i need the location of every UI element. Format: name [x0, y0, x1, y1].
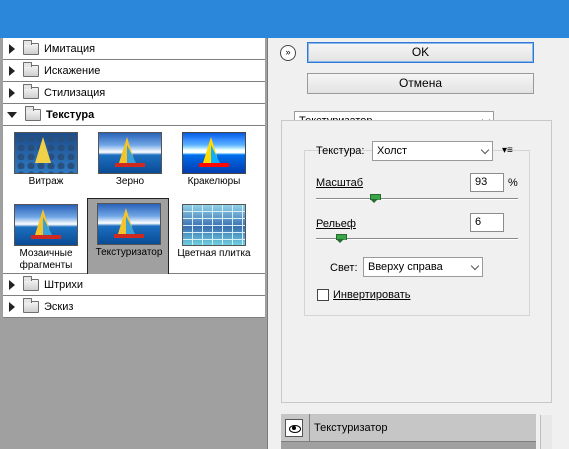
- category-imitation[interactable]: Имитация: [3, 38, 265, 60]
- category-distort[interactable]: Искажение: [3, 60, 265, 82]
- scale-input[interactable]: 93: [470, 173, 504, 192]
- texture-select[interactable]: Холст: [372, 141, 493, 161]
- filter-thumb-patchwork[interactable]: Цветная плитка: [173, 200, 255, 282]
- folder-icon: [23, 61, 39, 77]
- category-strokes[interactable]: Штрихи: [3, 274, 265, 296]
- invert-label: Инвертировать: [333, 289, 411, 301]
- light-select[interactable]: Вверху справа: [363, 257, 483, 277]
- expand-arrow-icon[interactable]: [9, 43, 15, 54]
- relief-slider-thumb[interactable]: [336, 234, 348, 244]
- patchwork-thumbnail: [182, 204, 246, 246]
- expand-arrow-icon[interactable]: [9, 301, 15, 312]
- invert-checkbox[interactable]: [317, 289, 329, 301]
- scrollbar[interactable]: [552, 120, 569, 449]
- light-label: Свет:: [330, 262, 358, 274]
- texture-thumbnails: Витраж Зерно Кракелюры Мозаичные фрагмен…: [3, 126, 265, 280]
- texture-menu-icon[interactable]: ▾≡: [502, 146, 516, 156]
- ok-button[interactable]: OK: [307, 42, 534, 63]
- scale-slider-thumb[interactable]: [369, 194, 381, 204]
- filter-thumb-craquelure[interactable]: Кракелюры: [173, 128, 255, 210]
- scale-unit: %: [508, 177, 518, 189]
- sail-shape: [35, 137, 51, 163]
- craquelure-thumbnail: [182, 132, 246, 174]
- relief-label: Рельеф: [316, 218, 356, 230]
- title-bar: [0, 0, 569, 38]
- filter-tree: Имитация Искажение Стилизация Текстура В…: [3, 38, 265, 318]
- sail-shape: [43, 217, 52, 235]
- scale-label: Масштаб: [316, 177, 364, 189]
- folder-icon: [25, 105, 41, 121]
- grain-thumbnail: [98, 132, 162, 174]
- filter-gallery-panel: Имитация Искажение Стилизация Текстура В…: [0, 38, 268, 449]
- hull-shape: [114, 234, 144, 238]
- sail-shape: [211, 145, 220, 163]
- filter-thumb-mosaic-tiles[interactable]: Мозаичные фрагменты: [5, 200, 87, 282]
- expand-arrow-icon[interactable]: [9, 279, 15, 290]
- chevron-down-icon: [480, 145, 490, 155]
- texture-label: Текстура:: [316, 145, 365, 157]
- category-sketch[interactable]: Эскиз: [3, 296, 265, 318]
- sail-shape: [127, 145, 136, 163]
- effect-layer-row[interactable]: Текстуризатор: [281, 414, 536, 442]
- hull-shape: [199, 163, 229, 167]
- collapse-gallery-button[interactable]: »: [280, 45, 296, 61]
- hull-shape: [31, 235, 61, 239]
- folder-icon: [23, 297, 39, 313]
- effect-layers-panel: Текстуризатор: [281, 414, 536, 449]
- folder-icon: [23, 83, 39, 99]
- stained-glass-thumbnail: [14, 132, 78, 174]
- filter-thumb-texturizer[interactable]: Текстуризатор: [87, 198, 169, 280]
- filter-thumb-stained-glass[interactable]: Витраж: [5, 128, 87, 210]
- layers-scrollbar[interactable]: [540, 415, 552, 449]
- expand-arrow-icon[interactable]: [9, 87, 15, 98]
- collapse-arrow-icon[interactable]: [7, 111, 17, 118]
- chevron-down-icon: [470, 261, 480, 271]
- cancel-button[interactable]: Отмена: [307, 73, 534, 94]
- eye-icon[interactable]: [285, 419, 303, 437]
- category-texture[interactable]: Текстура: [3, 104, 265, 126]
- category-stylize[interactable]: Стилизация: [3, 82, 265, 104]
- folder-icon: [23, 39, 39, 55]
- mosaic-tiles-thumbnail: [14, 204, 78, 246]
- hull-shape: [115, 163, 145, 167]
- expand-arrow-icon[interactable]: [9, 65, 15, 76]
- sail-shape: [126, 216, 135, 234]
- relief-input[interactable]: 6: [470, 213, 504, 232]
- texturizer-thumbnail: [97, 203, 161, 245]
- folder-icon: [23, 275, 39, 291]
- scale-slider-track[interactable]: [316, 198, 518, 200]
